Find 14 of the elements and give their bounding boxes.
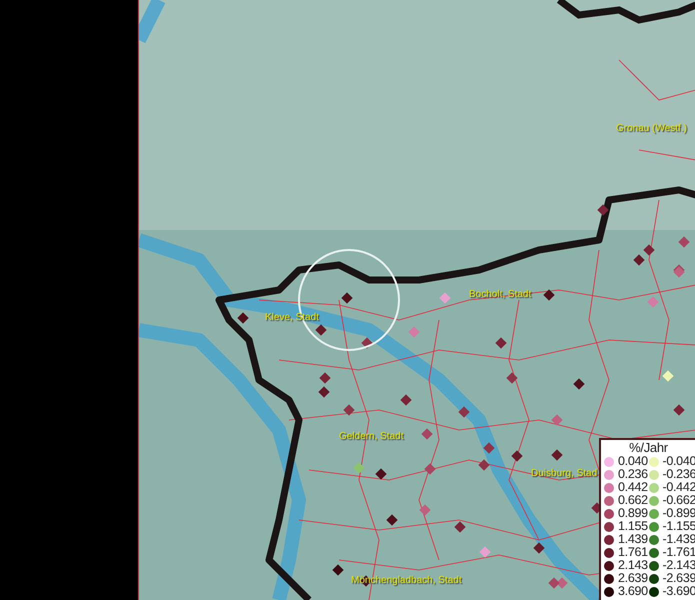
legend-value: 0.662 [618,494,648,507]
legend-value: 0.040 [618,455,648,468]
place-label: Duisburg, Stad [531,469,598,479]
legend-value: 0.442 [618,481,648,494]
place-label: Gronau (Westf.) [616,124,687,134]
legend-value: 1.439 [618,533,648,546]
legend-value: 1.761 [618,546,648,559]
legend-value: 0.236 [618,468,648,481]
legend-value: 2.143 [618,559,648,572]
legend-value: 0.899 [618,507,648,520]
legend-value: 3.690 [618,585,648,598]
legend-value: 1.155 [618,520,648,533]
legend-value: 2.639 [618,572,648,585]
legend-title: %/Jahr [628,441,669,454]
